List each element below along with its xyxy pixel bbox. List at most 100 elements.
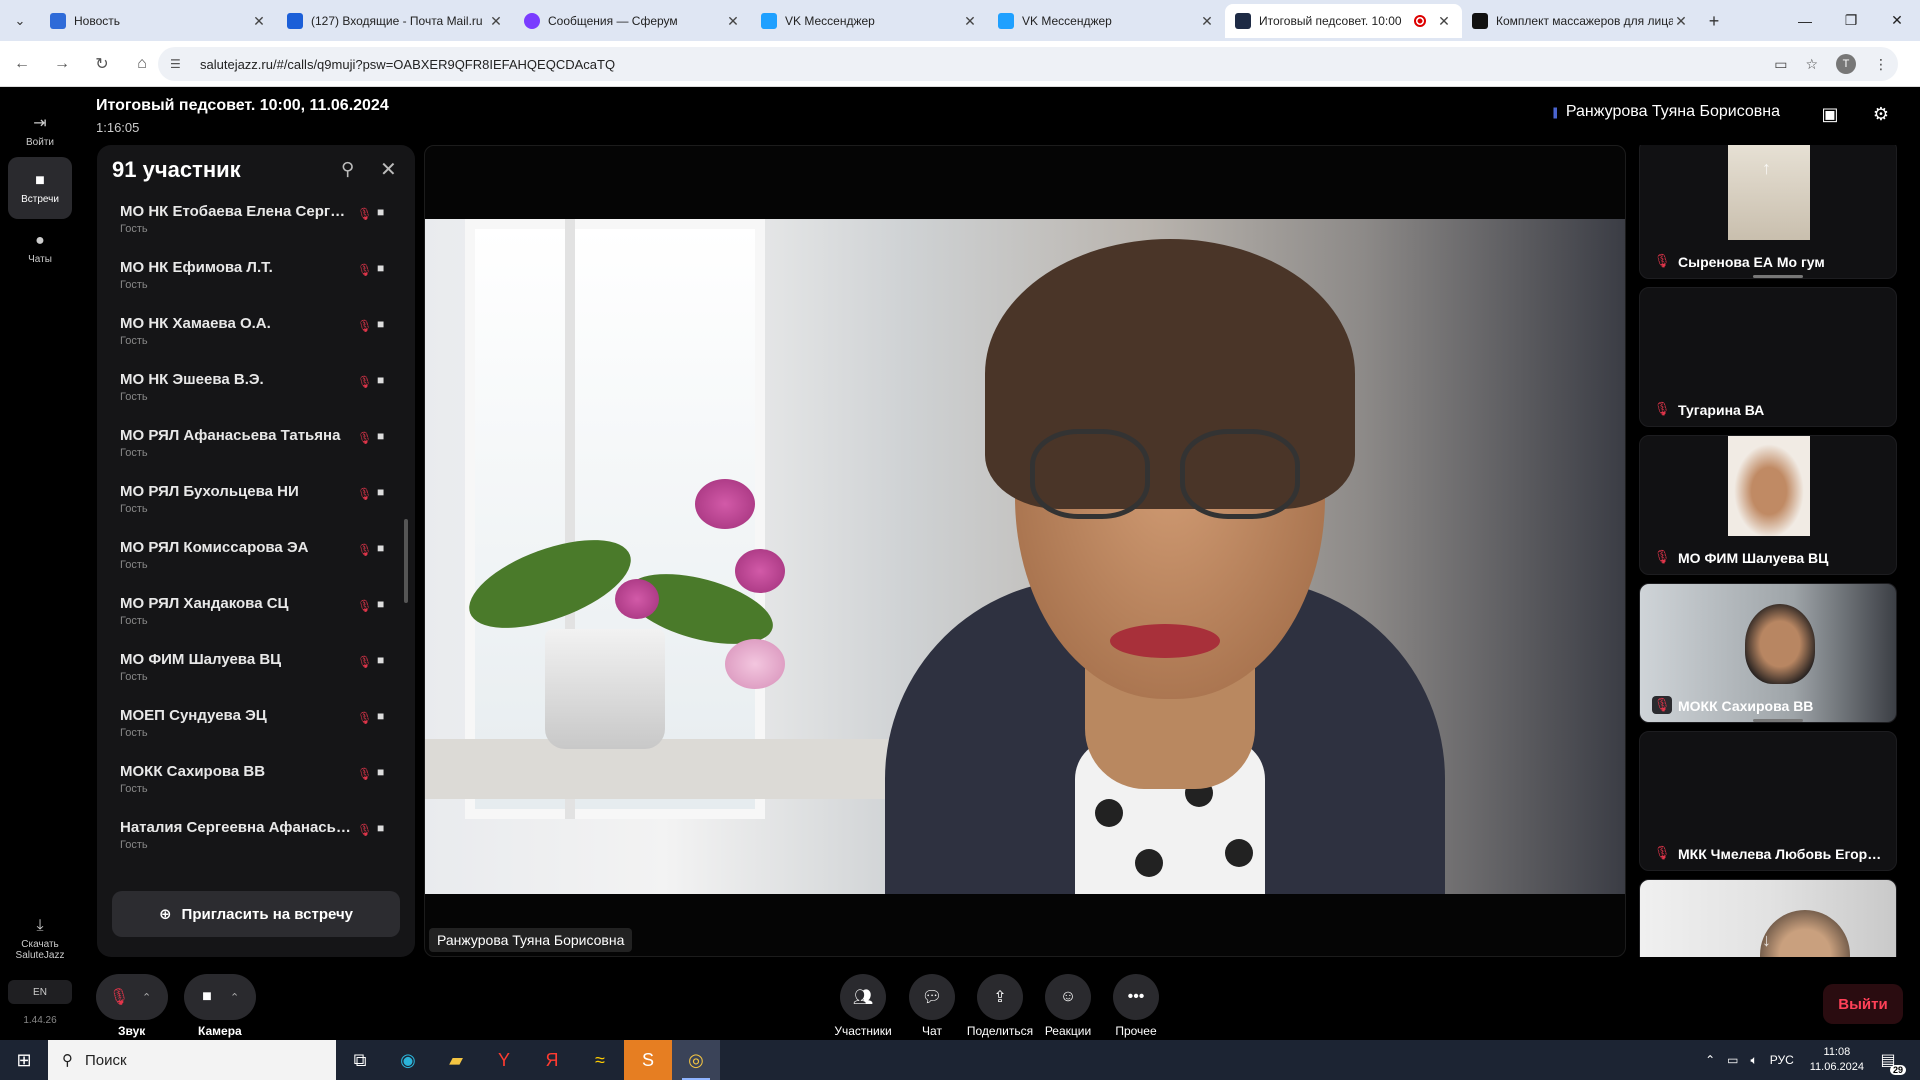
tab-close-icon[interactable]: ✕ [251, 13, 267, 30]
profile-avatar[interactable]: T [1836, 54, 1856, 74]
participant-row[interactable]: Наталия Сергеевна Афанасьева Гость 🎙︎ ■ [97, 813, 415, 869]
edge-browser-icon[interactable]: ◉ [384, 1040, 432, 1080]
tab-favicon-icon [1472, 13, 1488, 29]
tab-close-icon[interactable]: ✕ [1436, 13, 1452, 30]
video-tile[interactable]: 🎙︎ МОКК Сахирова ВВ [1639, 583, 1897, 723]
taskbar-search[interactable]: ⚲ Поиск [48, 1040, 336, 1080]
video-camera-icon[interactable]: ■ [184, 988, 230, 1006]
participant-row[interactable]: МО РЯЛ Комиссарова ЭА Гость 🎙︎ ■ [97, 533, 415, 589]
participants-scrollbar[interactable] [404, 519, 408, 603]
address-bar[interactable]: ☰ salutejazz.ru/#/calls/q9muji?psw=OABXE… [158, 47, 1898, 81]
input-language[interactable]: РУС [1770, 1053, 1794, 1067]
more-button[interactable]: ••• [1113, 974, 1159, 1020]
participant-row[interactable]: МО РЯЛ Хандакова СЦ Гость 🎙︎ ■ [97, 589, 415, 645]
camera-in-use-icon[interactable]: ▭ [1774, 56, 1787, 73]
browser-tab[interactable]: Новость ✕ [40, 4, 277, 38]
forward-icon[interactable]: → [44, 46, 80, 82]
task-view-icon[interactable]: ⧉ [336, 1040, 384, 1080]
browser-tab-active[interactable]: Итоговый педсовет. 10:00 ✕ [1225, 4, 1462, 38]
volume-icon[interactable]: 🔈︎ [1751, 1053, 1758, 1068]
yandex-icon[interactable]: Я [528, 1040, 576, 1080]
network-icon[interactable]: ▭ [1727, 1053, 1738, 1067]
taskbar-clock[interactable]: 11:08 11.06.2024 [1810, 1045, 1864, 1075]
sound-control[interactable]: 🎙︎ ⌃ [96, 974, 168, 1020]
meeting-title: Итоговый педсовет. 10:00, 11.06.2024 [96, 97, 389, 114]
rail-chats[interactable]: ● Чаты [8, 217, 72, 279]
participant-row[interactable]: МОКК Сахирова ВВ Гость 🎙︎ ■ [97, 757, 415, 813]
skype-icon[interactable]: S [624, 1040, 672, 1080]
rail-meetings[interactable]: ■ Встречи [8, 157, 72, 219]
browser-tab[interactable]: VK Мессенджер ✕ [751, 4, 988, 38]
chat-button[interactable]: 💬︎ [909, 974, 955, 1020]
mic-muted-icon[interactable]: 🎙︎ [96, 987, 142, 1007]
smile-icon: ☺ [1059, 988, 1077, 1005]
more-label: Прочее [1115, 1024, 1157, 1038]
bookmark-star-icon[interactable]: ☆ [1805, 56, 1818, 73]
restore-icon[interactable]: ❐ [1828, 0, 1874, 41]
tab-close-icon[interactable]: ✕ [1199, 13, 1215, 30]
participant-row[interactable]: МО НК Эшеева В.Э. Гость 🎙︎ ■ [97, 365, 415, 421]
camera-icon: ■ [377, 653, 385, 667]
share-button[interactable]: ⇪ [977, 974, 1023, 1020]
participant-row[interactable]: МОЕП Сундуева ЭЦ Гость 🎙︎ ■ [97, 701, 415, 757]
close-window-icon[interactable]: ✕ [1874, 0, 1920, 41]
rail-download[interactable]: ⤓ Скачать SaluteJazz [8, 907, 72, 971]
notifications-icon[interactable]: ▤ 29 [1874, 1049, 1906, 1075]
camera-icon: ■ [377, 597, 385, 611]
invite-button[interactable]: ⊕ Пригласить на встречу [112, 891, 400, 937]
minimize-icon[interactable]: — [1782, 0, 1828, 41]
tab-close-icon[interactable]: ✕ [962, 13, 978, 30]
main-video-stage[interactable]: Ранжурова Туяна Борисовна [424, 145, 1626, 957]
share-screen-icon: ⇪ [993, 989, 1007, 1006]
participant-row[interactable]: МО ФИМ Шалуева ВЦ Гость 🎙︎ ■ [97, 645, 415, 701]
chevron-up-icon[interactable]: ⌃ [1705, 1053, 1715, 1067]
participant-tiles: ↑ 🎙︎ Сыренова ЕА Мо гум 🎙︎ Тугарина ВА 🎙… [1639, 145, 1897, 957]
windows-start-icon[interactable]: ⊞ [0, 1040, 48, 1080]
tab-search-menu[interactable]: ⌄ [0, 0, 40, 41]
chevron-up-icon[interactable]: ⌃ [230, 991, 239, 1004]
chrome-icon[interactable]: ◎ [672, 1040, 720, 1080]
browser-tab[interactable]: VK Мессенджер ✕ [988, 4, 1225, 38]
browser-menu-icon[interactable]: ⋮ [1874, 56, 1888, 73]
reactions-button[interactable]: ☺ [1045, 974, 1091, 1020]
browser-tab-bar: ⌄ Новость ✕ (127) Входящие - Почта Mail.… [0, 0, 1920, 41]
participant-row[interactable]: МО НК Етобаева Елена Сергеевна Гость 🎙︎ … [97, 197, 415, 253]
tab-close-icon[interactable]: ✕ [488, 13, 504, 30]
leave-button[interactable]: Выйти [1823, 984, 1903, 1024]
video-tile[interactable]: 🎙︎ Тугарина ВА [1639, 287, 1897, 427]
participant-row[interactable]: МО РЯЛ Афанасьева Татьяна Гость 🎙︎ ■ [97, 421, 415, 477]
new-tab-button[interactable]: + [1699, 4, 1729, 38]
orchid-flower [615, 579, 659, 619]
yandex-browser-icon[interactable]: Y [480, 1040, 528, 1080]
camera-control[interactable]: ■ ⌃ [184, 974, 256, 1020]
tab-close-icon[interactable]: ✕ [1673, 13, 1689, 30]
close-icon[interactable]: ✕ [380, 157, 397, 182]
back-icon[interactable]: ← [4, 46, 40, 82]
yandex-music-icon[interactable]: ≈ [576, 1040, 624, 1080]
layout-icon[interactable]: ▣ [1817, 101, 1843, 127]
url-text[interactable]: salutejazz.ru/#/calls/q9muji?psw=OABXER9… [200, 57, 615, 72]
site-info-icon[interactable]: ☰ [170, 57, 190, 71]
rail-login[interactable]: ⇥ Войти [8, 99, 72, 161]
video-tile[interactable]: 🎙︎ МКК Чмелева Любовь Егоровна [1639, 731, 1897, 871]
participant-row[interactable]: МО НК Хамаева О.А. Гость 🎙︎ ■ [97, 309, 415, 365]
video-tile[interactable]: ↑ 🎙︎ Сыренова ЕА Мо гум [1639, 145, 1897, 279]
browser-tab[interactable]: Сообщения — Сферум ✕ [514, 4, 751, 38]
download-icon: ⤓ [36, 917, 44, 934]
reload-icon[interactable]: ↻ [84, 46, 120, 82]
browser-tab[interactable]: Комплект массажеров для лица ✕ [1462, 4, 1699, 38]
participants-button[interactable]: 👥︎ [840, 974, 886, 1020]
home-icon[interactable]: ⌂ [124, 46, 160, 82]
orchid-flower [725, 639, 785, 689]
video-tile[interactable]: 🎙︎ МО ФИМ Шалуева ВЦ [1639, 435, 1897, 575]
search-icon[interactable]: ⚲ [341, 159, 354, 180]
settings-gear-icon[interactable]: ⚙ [1868, 101, 1894, 127]
participant-row[interactable]: МО НК Ефимова Л.Т. Гость 🎙︎ ■ [97, 253, 415, 309]
file-explorer-icon[interactable]: ▰ [432, 1040, 480, 1080]
language-toggle[interactable]: EN [8, 980, 72, 1004]
tab-close-icon[interactable]: ✕ [725, 13, 741, 30]
chevron-up-icon[interactable]: ⌃ [142, 991, 151, 1004]
browser-tab[interactable]: (127) Входящие - Почта Mail.ru ✕ [277, 4, 514, 38]
video-tile[interactable]: ↓ [1639, 879, 1897, 957]
participant-row[interactable]: МО РЯЛ Бухольцева НИ Гость 🎙︎ ■ [97, 477, 415, 533]
